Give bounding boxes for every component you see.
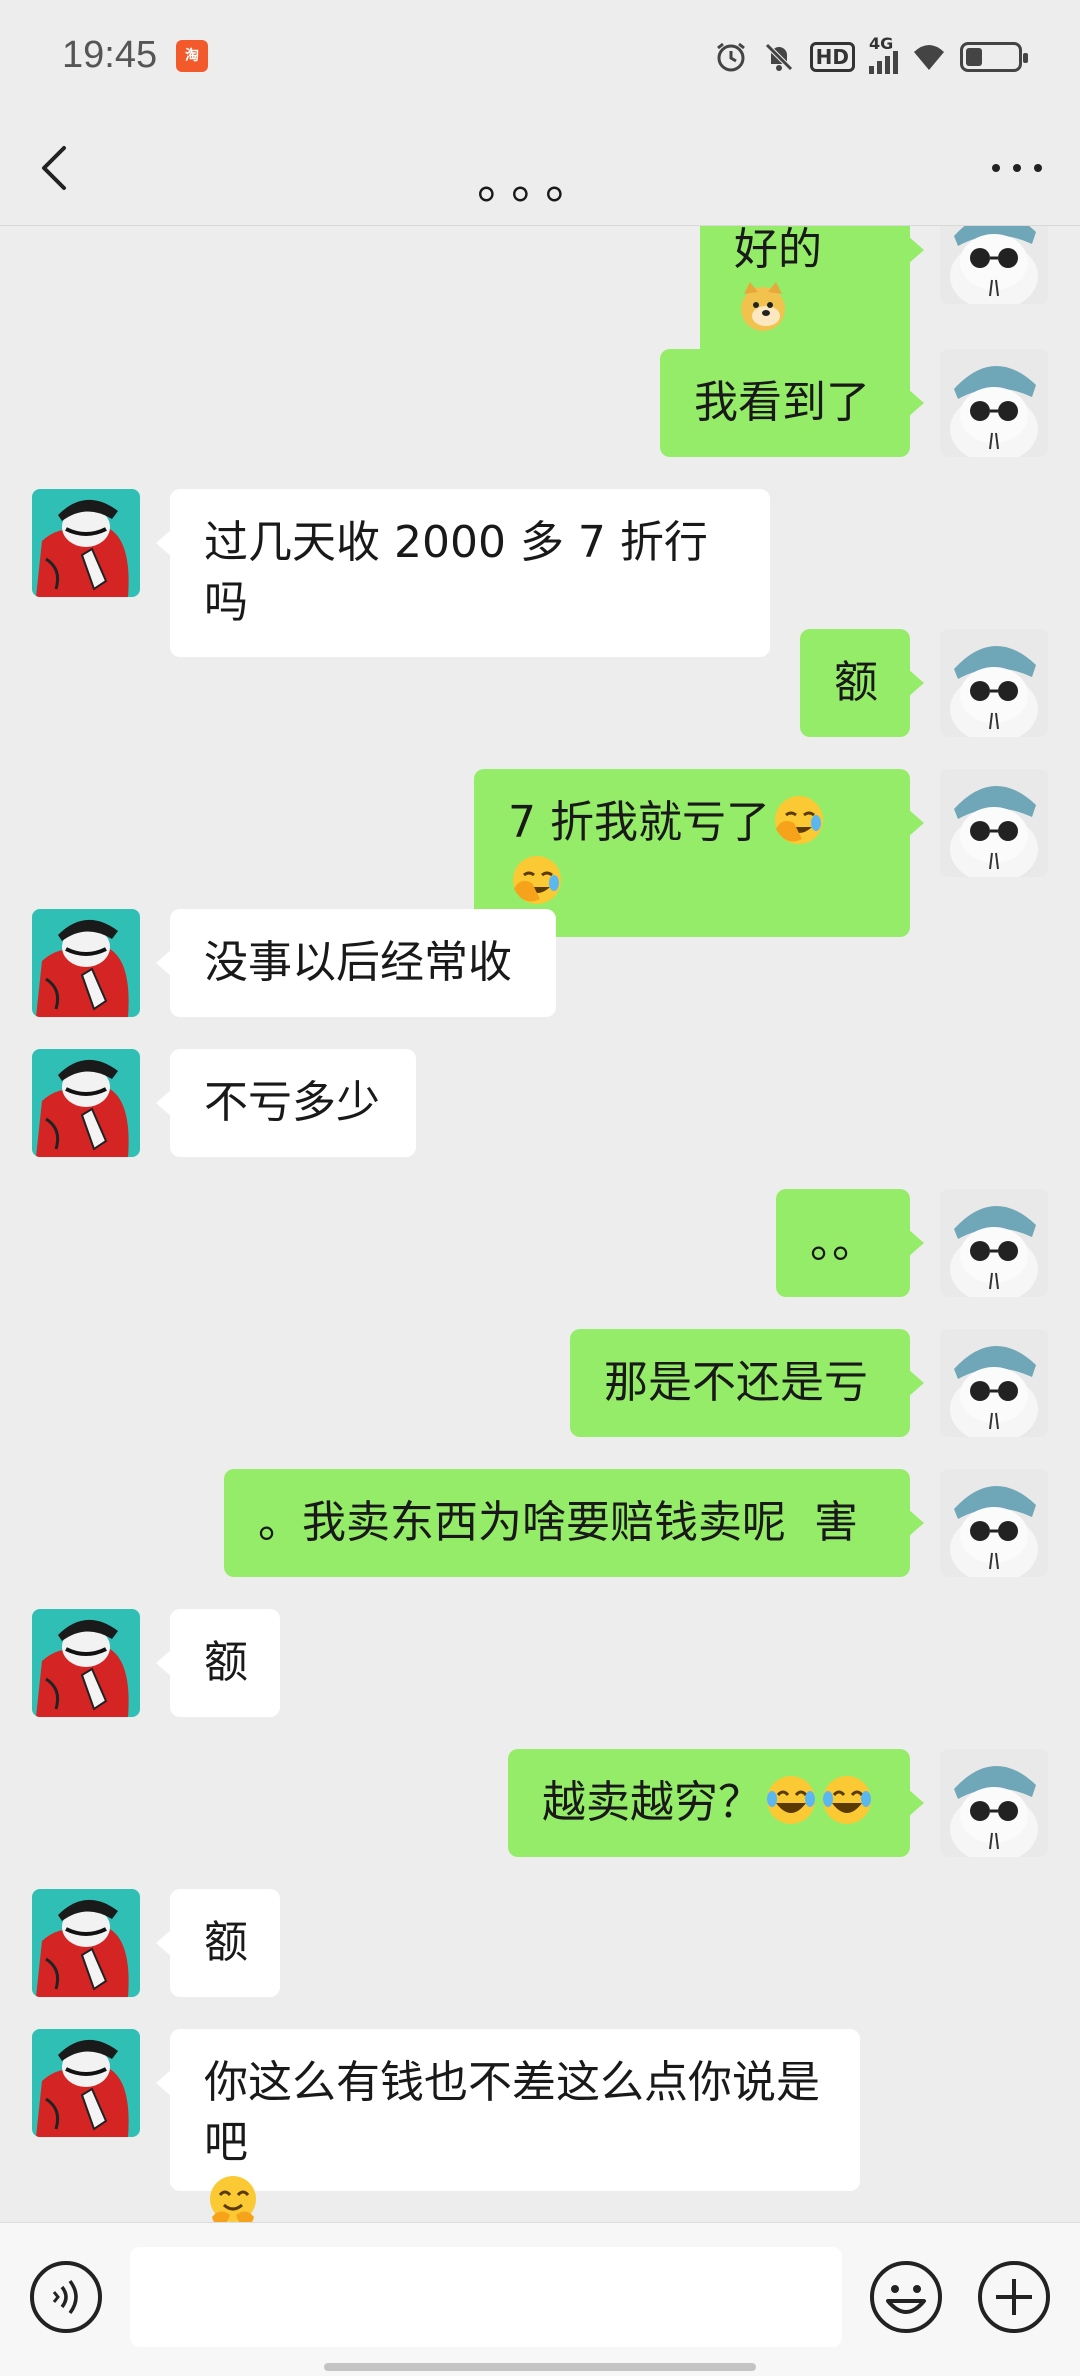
message-text: 不亏多少 <box>204 1077 380 1128</box>
message-text: 你这么有钱也不差这么点你说是吧 <box>204 2057 820 2168</box>
message-bubble[interactable]: 好的 <box>700 226 924 364</box>
message-text: 我看到了 <box>694 377 870 428</box>
hd-icon: HD <box>809 42 855 72</box>
message-row: 好的 <box>0 226 1080 364</box>
message-bubble[interactable]: 额 <box>800 629 924 737</box>
contact-avatar[interactable] <box>32 2029 140 2137</box>
network-label: 4G <box>869 34 894 53</box>
message-row: 没事以后经常收 <box>0 909 1080 1017</box>
self-avatar[interactable] <box>940 1189 1048 1297</box>
signal-icon: 4G <box>869 34 898 74</box>
input-bar <box>0 2222 1080 2376</box>
message-bubble[interactable]: 那是不还是亏 <box>570 1329 924 1437</box>
message-row: 那是不还是亏 <box>0 1329 1080 1437</box>
message-bubble[interactable]: 没事以后经常收 <box>156 909 556 1017</box>
mute-icon <box>764 43 793 71</box>
contact-avatar[interactable] <box>32 1049 140 1157</box>
status-time: 19:45 <box>62 34 158 76</box>
self-avatar[interactable] <box>940 1749 1048 1857</box>
message-bubble[interactable]: 。。 <box>776 1189 924 1297</box>
self-avatar[interactable] <box>940 629 1048 737</box>
status-bar: 19:45 淘 HD 4G <box>0 0 1080 110</box>
message-row: 。。 <box>0 1189 1080 1297</box>
message-row: 你这么有钱也不差这么点你说是吧 <box>0 2029 1080 2222</box>
message-text: 额 <box>204 1637 248 1688</box>
emoji-icon[interactable] <box>868 2259 944 2335</box>
contact-avatar[interactable] <box>32 489 140 597</box>
chat-header: 。。。 <box>0 110 1080 226</box>
message-bubble[interactable]: 额 <box>156 1889 280 1997</box>
message-row: 越卖越穷？ <box>0 1749 1080 1857</box>
plus-icon[interactable] <box>976 2259 1052 2335</box>
message-text: 。。 <box>810 1217 876 1268</box>
message-text: 好的 <box>734 226 822 275</box>
message-text: 额 <box>204 1917 248 1968</box>
doge-emoji <box>741 282 785 331</box>
message-bubble[interactable]: 不亏多少 <box>156 1049 416 1157</box>
message-text: 。我卖东西为啥要赔钱卖呢 害 <box>258 1497 858 1548</box>
message-text: 越卖越穷？ <box>542 1777 762 1828</box>
message-row: 不亏多少 <box>0 1049 1080 1157</box>
voice-icon[interactable] <box>28 2259 104 2335</box>
app-notification-icon: 淘 <box>176 40 208 72</box>
message-text: 过几天收 2000 多 7 折行吗 <box>204 517 708 628</box>
message-bubble[interactable]: 。我卖东西为啥要赔钱卖呢 害 <box>224 1469 924 1577</box>
message-bubble[interactable]: 越卖越穷？ <box>508 1749 924 1857</box>
message-row: 我看到了 <box>0 349 1080 457</box>
message-row: 。我卖东西为啥要赔钱卖呢 害 <box>0 1469 1080 1577</box>
chat-title: 。。。 <box>476 154 603 210</box>
message-row: 额 <box>0 1609 1080 1717</box>
message-row: 7 折我就亏了 <box>0 769 1080 937</box>
contact-avatar[interactable] <box>32 909 140 1017</box>
emoji-group <box>734 282 790 335</box>
more-dots-icon[interactable] <box>982 138 1052 198</box>
laugh-cry-emoji <box>823 1776 871 1824</box>
wifi-icon <box>914 45 944 70</box>
contact-avatar[interactable] <box>32 1889 140 1997</box>
emoji-group <box>762 1776 874 1828</box>
message-bubble[interactable]: 额 <box>156 1609 280 1717</box>
message-row: 过几天收 2000 多 7 折行吗 <box>0 489 1080 657</box>
battery-icon <box>960 42 1028 72</box>
home-indicator[interactable] <box>324 2363 756 2371</box>
status-icons: HD 4G <box>714 34 1028 74</box>
message-text: 那是不还是亏 <box>604 1357 868 1408</box>
message-text: 没事以后经常收 <box>204 937 512 988</box>
message-row: 额 <box>0 1889 1080 1997</box>
laugh-cry-emoji <box>767 1776 815 1824</box>
message-bubble[interactable]: 我看到了 <box>660 349 924 457</box>
self-avatar[interactable] <box>940 349 1048 457</box>
message-bubble[interactable]: 你这么有钱也不差这么点你说是吧 <box>156 2029 860 2222</box>
emoji-group <box>204 2176 260 2222</box>
contact-avatar[interactable] <box>32 1609 140 1717</box>
self-avatar[interactable] <box>940 769 1048 877</box>
chat-message-list[interactable]: 好的我看到了过几天收 2000 多 7 折行吗额 7 折我就亏了没事以后经常收 不亏… <box>0 226 1080 2222</box>
message-input[interactable] <box>130 2247 842 2347</box>
self-avatar[interactable] <box>940 1469 1048 1577</box>
self-avatar[interactable] <box>940 1329 1048 1437</box>
alarm-icon <box>716 42 745 72</box>
facepalm-emoji <box>513 856 561 904</box>
self-avatar[interactable] <box>940 226 1048 304</box>
hug-emoji <box>210 2176 256 2222</box>
facepalm-emoji <box>774 796 823 844</box>
message-text: 7 折我就亏了 <box>508 797 770 848</box>
message-text: 额 <box>834 657 878 708</box>
message-row: 额 <box>0 629 1080 737</box>
